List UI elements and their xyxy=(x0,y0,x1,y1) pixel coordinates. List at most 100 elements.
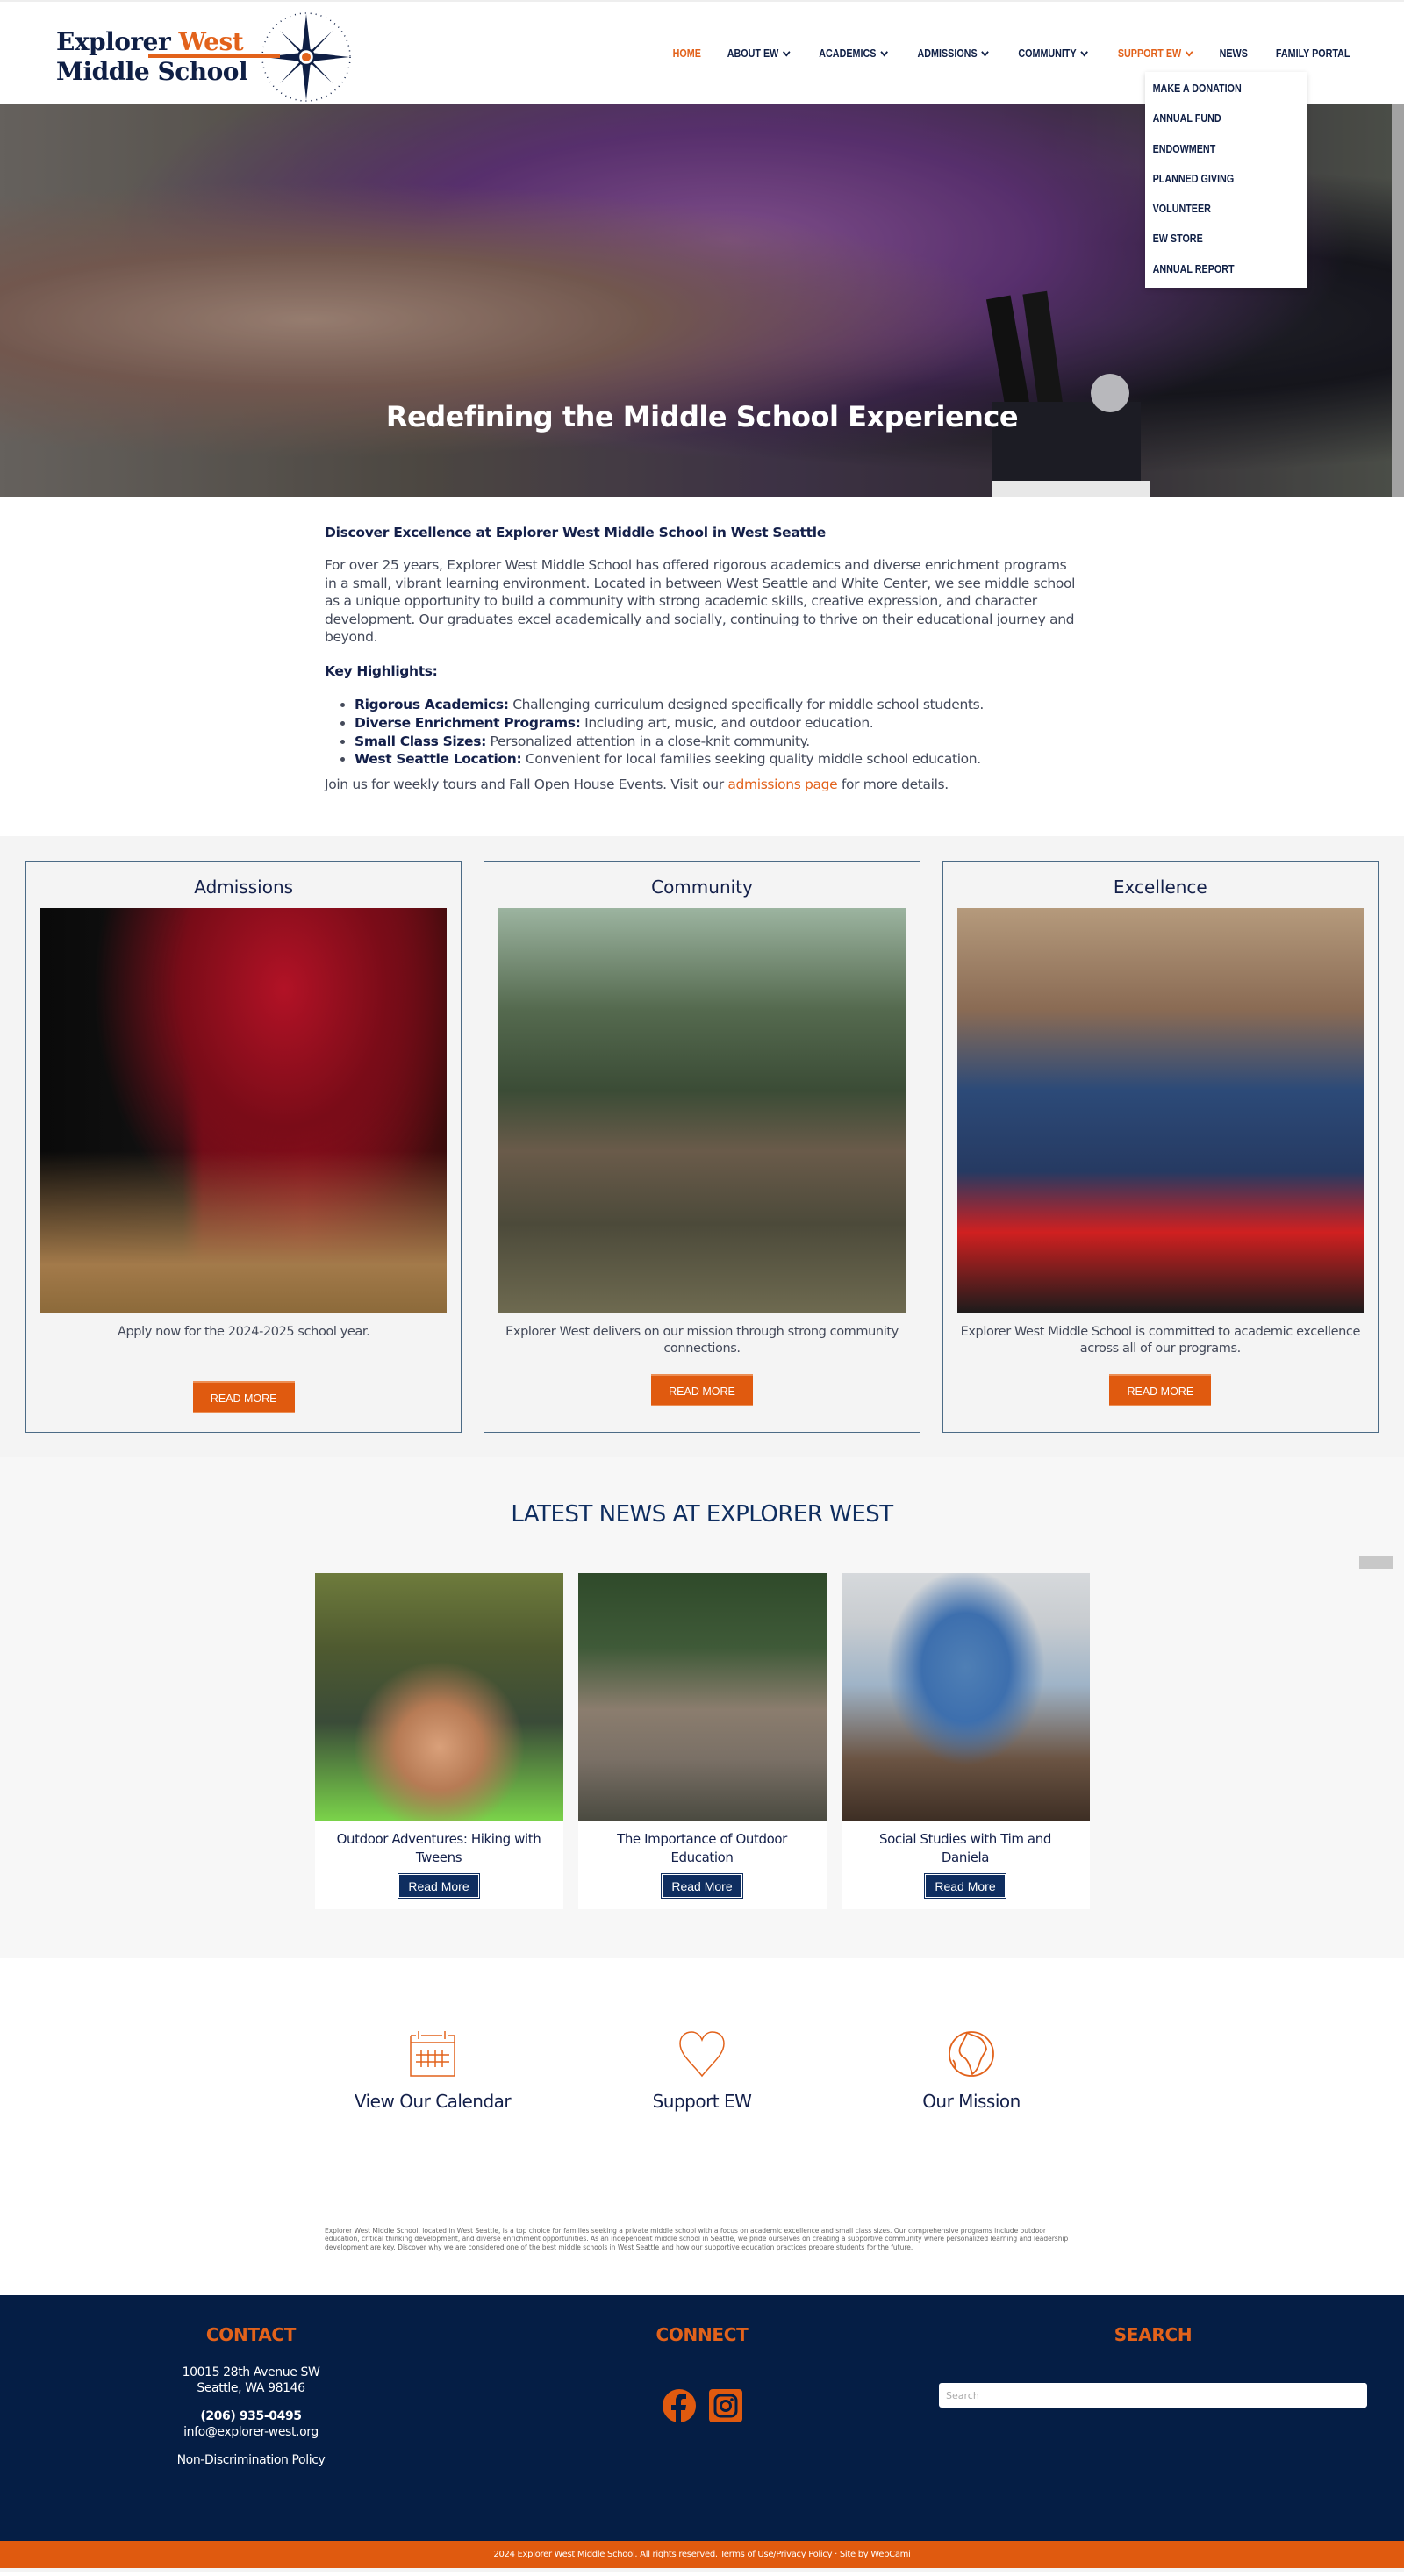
admissions-page-link[interactable]: admissions page xyxy=(727,776,837,792)
news-image-hiking[interactable] xyxy=(314,1572,563,1821)
support-dropdown-menu: MAKE A DONATION ANNUAL FUND ENDOWMENT PL… xyxy=(1145,72,1307,289)
chevron-down-icon xyxy=(1185,47,1193,56)
highlight-item: Rigorous Academics: Challenging curricul… xyxy=(355,696,1079,714)
highlights-heading: Key Highlights: xyxy=(325,662,438,679)
separator: · xyxy=(832,2550,840,2560)
hero-title: Redefining the Middle School Experience xyxy=(385,400,1019,433)
read-more-button[interactable]: Read More xyxy=(924,1872,1006,1899)
site-footer: CONTACT 10015 28th Avenue SW Seattle, WA… xyxy=(0,2295,1404,2542)
read-more-button[interactable]: Read More xyxy=(398,1872,480,1899)
logo-word-middle-school: Middle School xyxy=(56,57,248,86)
site-header: Explorer West Middle School HOME ABOUT E… xyxy=(0,0,1404,289)
logo-word-west: West xyxy=(178,27,244,56)
chevron-down-icon xyxy=(1080,47,1088,56)
nav-support-label: SUPPORT EW xyxy=(1117,47,1182,60)
heart-icon xyxy=(679,2030,725,2077)
highlights-list: Rigorous Academics: Challenging curricul… xyxy=(355,696,1079,769)
non-discrimination-policy-link[interactable]: Non-Discrimination Policy xyxy=(25,2452,476,2468)
highlight-text: Challenging curriculum designed specific… xyxy=(508,697,984,712)
intro-heading: Discover Excellence at Explorer West Mid… xyxy=(325,525,827,540)
dropdown-item-make-donation[interactable]: MAKE A DONATION xyxy=(1145,74,1284,104)
footer-connect: CONNECT xyxy=(476,2295,928,2541)
quick-link-calendar[interactable]: View Our Calendar xyxy=(298,2029,568,2227)
nav-family-portal[interactable]: FAMILY PORTAL xyxy=(1267,47,1358,60)
facebook-icon[interactable] xyxy=(662,2389,696,2423)
news-title[interactable]: Outdoor Adventures: Hiking with Tweens xyxy=(331,1830,548,1867)
nav-admissions[interactable]: ADMISSIONS xyxy=(909,47,996,60)
search-input[interactable] xyxy=(939,2383,1367,2408)
news-title[interactable]: Social Studies with Tim and Daniela xyxy=(857,1830,1074,1867)
footer-phone[interactable]: (206) 935-0495 xyxy=(25,2408,476,2424)
copyright-bar: 2024 Explorer West Middle School. All ri… xyxy=(0,2541,1404,2569)
footer-contact-heading: CONTACT xyxy=(205,2324,297,2346)
calendar-icon xyxy=(410,2030,455,2077)
logo-orange-line xyxy=(148,54,280,58)
footer-search-heading: SEARCH xyxy=(1114,2324,1193,2346)
footer-contact: CONTACT 10015 28th Avenue SW Seattle, WA… xyxy=(25,2295,476,2541)
hero-scrollbar[interactable] xyxy=(1392,104,1404,497)
read-more-button[interactable]: READ MORE xyxy=(192,1380,295,1413)
nav-community-label: COMMUNITY xyxy=(1018,47,1077,60)
card-text: Explorer West Middle School is committed… xyxy=(960,1324,1361,1356)
main-nav: HOME ABOUT EW ACADEMICS ADMISSIONS COMMU… xyxy=(661,47,1365,60)
highlight-text: Personalized attention in a close-knit c… xyxy=(485,733,811,749)
news-heading: LATEST NEWS AT EXPLORER WEST xyxy=(511,1500,893,1528)
nav-news[interactable]: NEWS xyxy=(1211,47,1256,60)
instagram-icon[interactable] xyxy=(708,2389,742,2423)
news-card: Social Studies with Tim and Daniela Read… xyxy=(841,1572,1090,1909)
highlight-title: Rigorous Academics: xyxy=(355,697,509,712)
card-image-band-concert[interactable] xyxy=(40,907,448,1313)
highlight-title: Diverse Enrichment Programs: xyxy=(355,714,581,731)
latest-news-section: LATEST NEWS AT EXPLORER WEST Outdoor Adv… xyxy=(0,1456,1404,1958)
seo-paragraph: Explorer West Middle School, located in … xyxy=(325,2226,1069,2251)
dropdown-item-annual-report[interactable]: ANNUAL REPORT xyxy=(1145,254,1284,284)
card-title: Community xyxy=(651,876,753,898)
terms-privacy-link[interactable]: Terms of Use/Privacy Policy xyxy=(720,2550,833,2559)
nav-family-portal-label: FAMILY PORTAL xyxy=(1275,47,1350,60)
read-more-button[interactable]: READ MORE xyxy=(650,1373,753,1406)
news-title[interactable]: The Importance of Outdoor Education xyxy=(594,1830,811,1867)
news-image-outdoor-education[interactable] xyxy=(577,1572,827,1821)
news-image-social-studies[interactable] xyxy=(841,1572,1090,1821)
logo-word-explorer: Explorer xyxy=(56,27,179,56)
highlight-item: Diverse Enrichment Programs: Including a… xyxy=(355,714,1079,733)
nav-academics-label: ACADEMICS xyxy=(819,47,877,60)
quick-link-label: Support EW xyxy=(652,2090,752,2112)
dropdown-item-endowment[interactable]: ENDOWMENT xyxy=(1145,134,1284,164)
bottom-strip xyxy=(0,2568,1404,2573)
quick-link-support[interactable]: Support EW xyxy=(568,2029,837,2227)
chevron-down-icon xyxy=(981,47,989,56)
feature-cards: Admissions Apply now for the 2024-2025 s… xyxy=(0,835,1404,1457)
read-more-button[interactable]: READ MORE xyxy=(1109,1373,1212,1406)
card-image-science-class[interactable] xyxy=(956,907,1364,1313)
highlight-text: Convenient for local families seeking qu… xyxy=(521,751,981,768)
cta-text-after: for more details. xyxy=(837,776,949,793)
footer-address-line2: Seattle, WA 98146 xyxy=(197,2381,305,2396)
dropdown-item-planned-giving[interactable]: PLANNED GIVING xyxy=(1145,164,1284,194)
nav-admissions-label: ADMISSIONS xyxy=(917,47,978,60)
side-tab-handle[interactable] xyxy=(1359,1555,1393,1569)
nav-about-label: ABOUT EW xyxy=(727,47,779,60)
dropdown-item-ew-store[interactable]: EW STORE xyxy=(1145,224,1284,254)
card-text: Apply now for the 2024-2025 school year. xyxy=(117,1324,370,1339)
card-image-forest-bridge[interactable] xyxy=(498,907,906,1313)
news-card: The Importance of Outdoor Education Read… xyxy=(577,1572,827,1909)
nav-community[interactable]: COMMUNITY xyxy=(1010,47,1095,60)
nav-about[interactable]: ABOUT EW xyxy=(719,47,797,60)
intro-section: Discover Excellence at Explorer West Mid… xyxy=(325,497,1079,836)
nav-academics[interactable]: ACADEMICS xyxy=(811,47,895,60)
quick-link-mission[interactable]: Our Mission xyxy=(837,2029,1107,2227)
dropdown-item-annual-fund[interactable]: ANNUAL FUND xyxy=(1145,104,1284,133)
chevron-down-icon xyxy=(783,47,791,56)
footer-email[interactable]: info@explorer-west.org xyxy=(25,2424,476,2440)
card-title: Excellence xyxy=(1113,876,1207,898)
nav-home[interactable]: HOME xyxy=(664,47,709,60)
site-credit-link[interactable]: Site by WebCami xyxy=(840,2550,911,2559)
news-card: Outdoor Adventures: Hiking with Tweens R… xyxy=(314,1572,563,1909)
nav-support[interactable]: SUPPORT EW xyxy=(1109,47,1200,60)
dropdown-item-volunteer[interactable]: VOLUNTEER xyxy=(1145,194,1284,224)
logo[interactable]: Explorer West Middle School xyxy=(56,9,355,105)
read-more-button[interactable]: Read More xyxy=(661,1872,743,1899)
highlight-text: Including art, music, and outdoor educat… xyxy=(580,714,874,731)
highlight-item: West Seattle Location: Convenient for lo… xyxy=(355,750,1079,769)
